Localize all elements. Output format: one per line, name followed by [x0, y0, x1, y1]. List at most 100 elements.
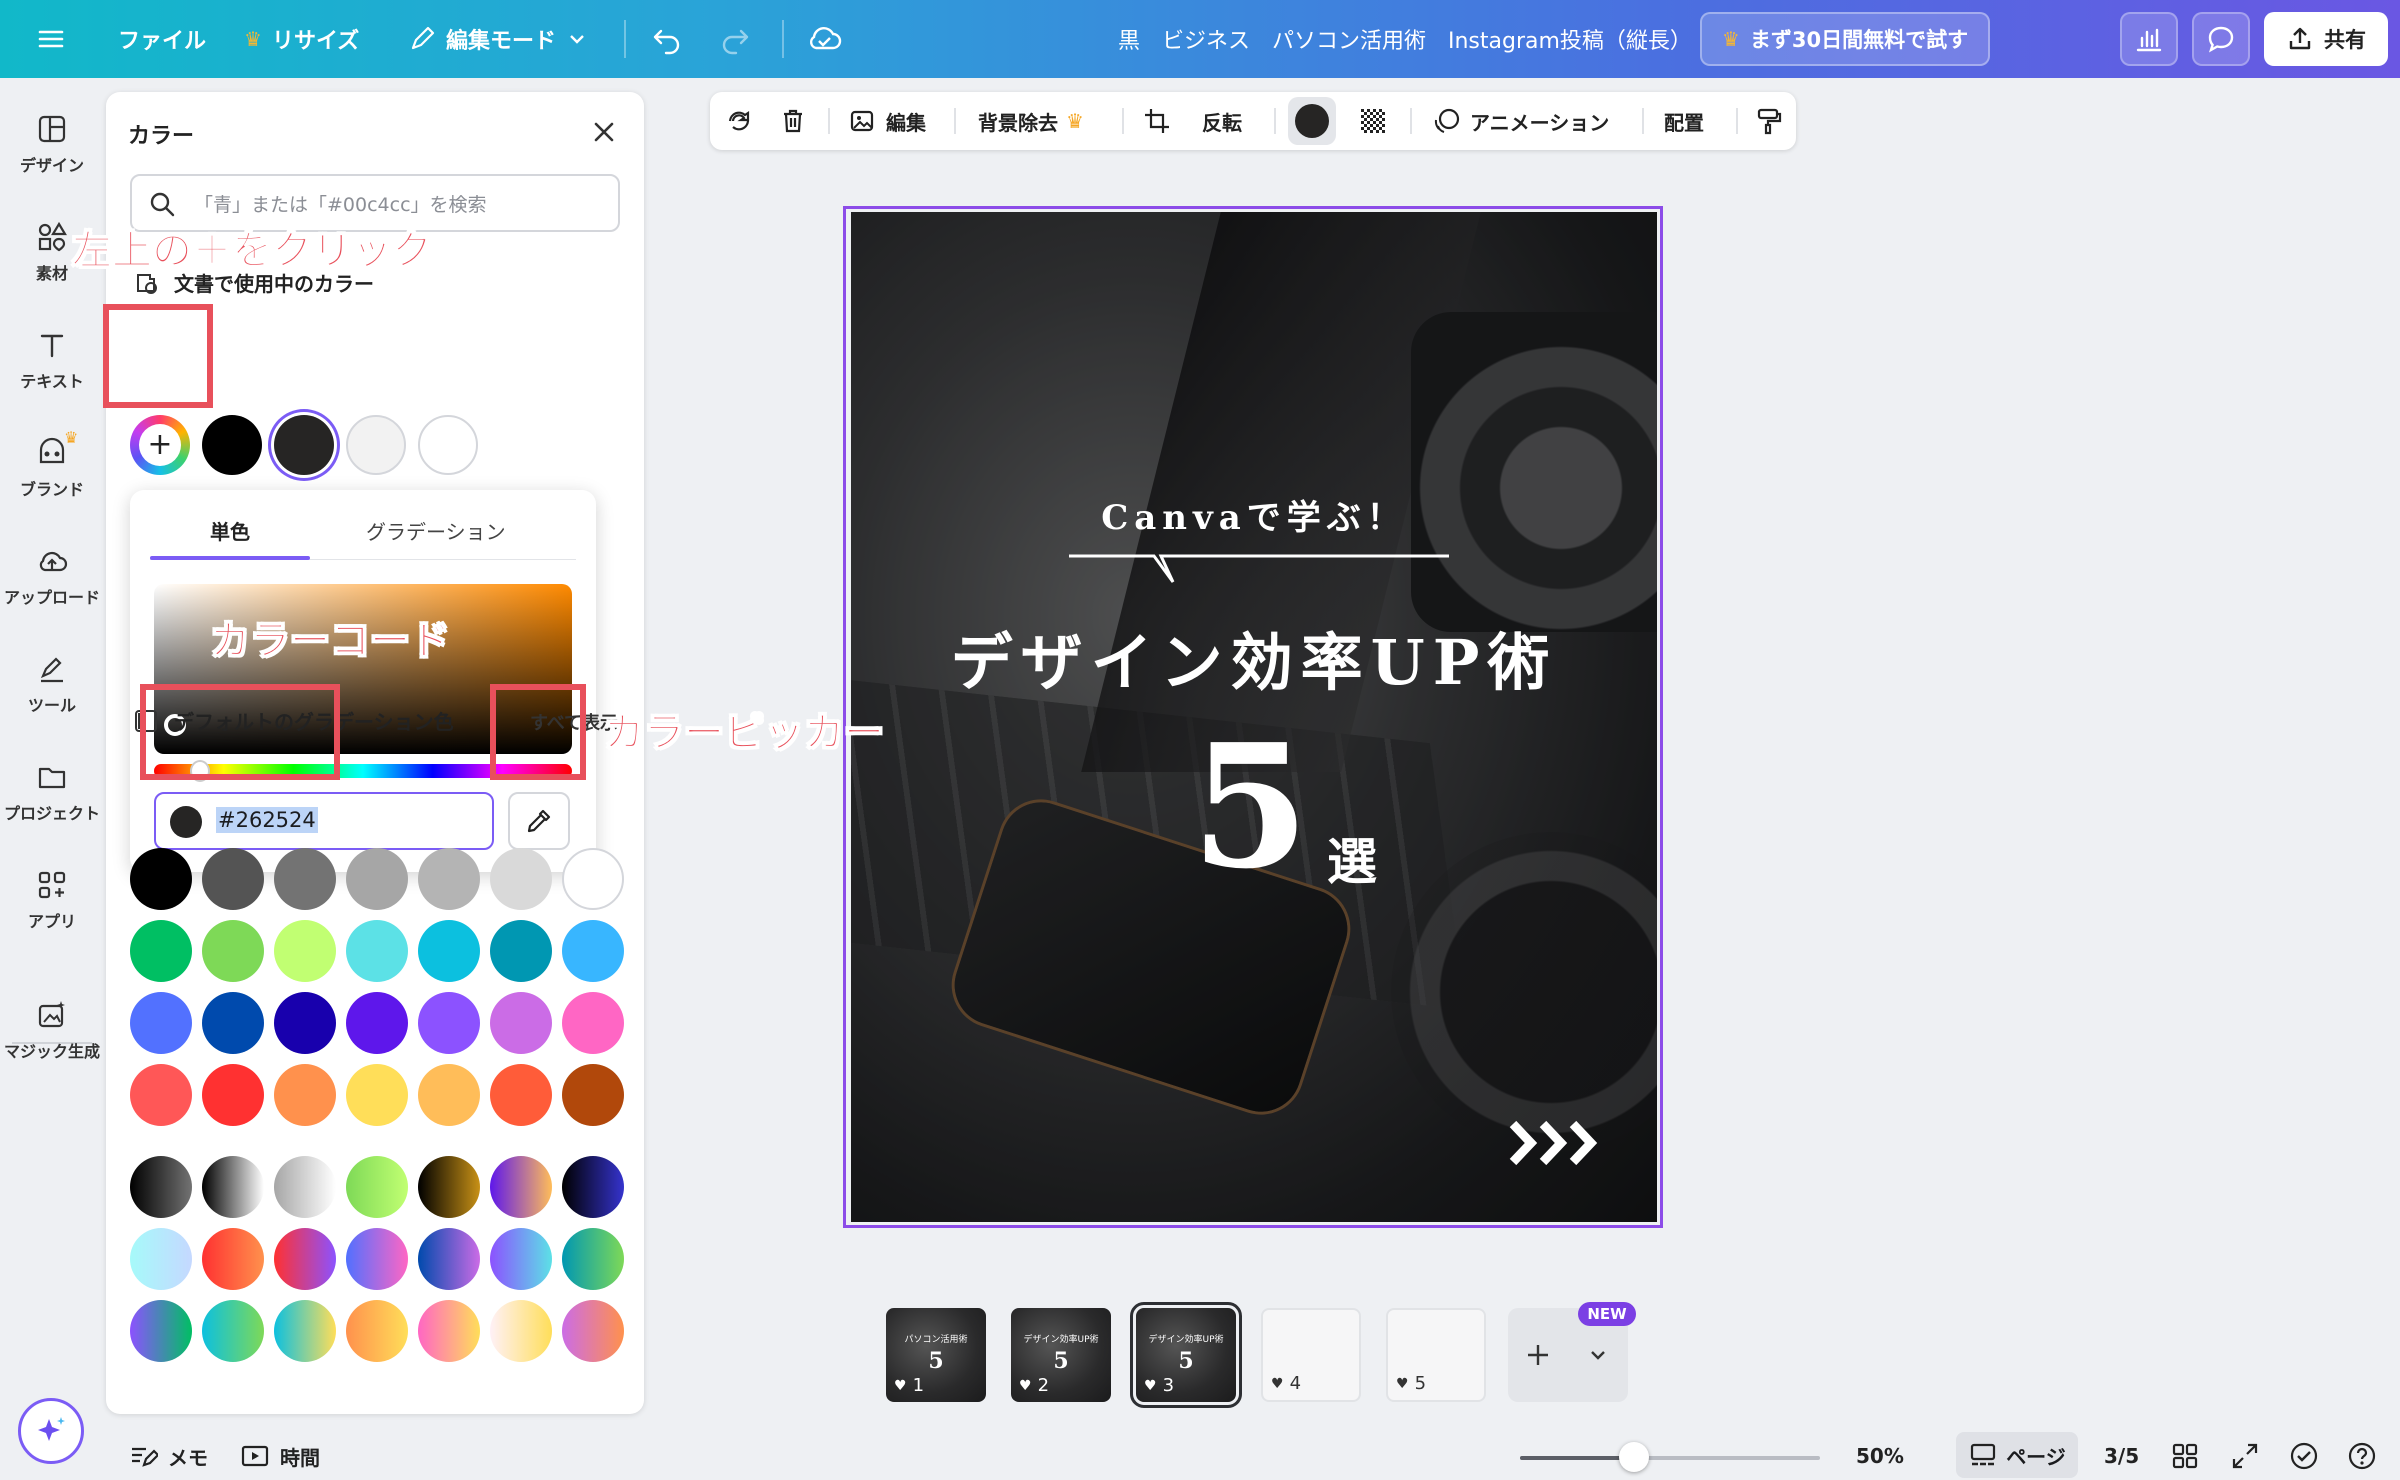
color-swatch[interactable]	[346, 920, 408, 982]
color-swatch[interactable]	[274, 848, 336, 910]
edit-mode-dropdown[interactable]: 編集モード	[408, 0, 588, 78]
comment-icon[interactable]	[2192, 12, 2250, 66]
zoom-percentage[interactable]: 50%	[1856, 1440, 1904, 1472]
gradient-swatch[interactable]	[130, 1300, 192, 1362]
page-thumbnail[interactable]: ♥ 5	[1386, 1308, 1486, 1402]
tab-solid[interactable]: 単色	[210, 516, 250, 545]
flip-button[interactable]: 反転	[1202, 92, 1242, 150]
gradient-swatch[interactable]	[202, 1156, 264, 1218]
gradient-swatch[interactable]	[346, 1300, 408, 1362]
gradient-swatch[interactable]	[490, 1228, 552, 1290]
menu-icon[interactable]	[36, 0, 66, 78]
color-swatch[interactable]	[274, 1064, 336, 1126]
position-button[interactable]: 配置	[1664, 92, 1704, 150]
color-swatch[interactable]	[346, 992, 408, 1054]
check-icon[interactable]	[2288, 1440, 2320, 1472]
hex-color-input[interactable]: #262524	[154, 792, 494, 850]
color-swatch[interactable]	[130, 848, 192, 910]
color-swatch[interactable]	[130, 920, 192, 982]
undo-icon[interactable]	[650, 0, 684, 78]
pages-view-button[interactable]: ページ	[1956, 1432, 2078, 1478]
page-thumbnail[interactable]: デザイン効率UP術 5 ♥ 3	[1130, 1302, 1242, 1408]
add-color-button[interactable]: +	[130, 415, 190, 475]
gradient-swatch[interactable]	[562, 1300, 624, 1362]
color-swatch[interactable]	[562, 992, 624, 1054]
gradient-swatch[interactable]	[562, 1228, 624, 1290]
add-page-button[interactable]	[1508, 1308, 1568, 1402]
color-swatch[interactable]	[130, 1064, 192, 1126]
rail-tools[interactable]: ツール	[0, 652, 104, 716]
color-swatch[interactable]	[202, 992, 264, 1054]
replace-icon[interactable]	[724, 92, 754, 150]
color-swatch[interactable]	[418, 920, 480, 982]
timer-button[interactable]: 時間	[240, 1440, 320, 1472]
next-arrows-icon[interactable]	[1509, 1118, 1605, 1168]
color-swatch[interactable]	[202, 848, 264, 910]
color-swatch[interactable]	[274, 992, 336, 1054]
close-icon[interactable]	[588, 116, 620, 148]
crop-icon[interactable]	[1142, 92, 1172, 150]
free-trial-button[interactable]: ♛ まず30日間無料で試す	[1700, 12, 1990, 66]
color-swatch-button[interactable]	[1288, 92, 1336, 150]
page-thumbnail[interactable]: ♥ 4	[1261, 1308, 1361, 1402]
document-title[interactable]: 黒 ビジネス パソコン活用術 Instagram投稿（縦長）	[1118, 0, 1692, 78]
insights-icon[interactable]	[2120, 12, 2178, 66]
speech-line-decoration[interactable]	[1069, 552, 1449, 592]
rail-apps[interactable]: アプリ	[0, 868, 104, 932]
redo-icon[interactable]	[718, 0, 752, 78]
trash-icon[interactable]	[778, 92, 808, 150]
color-swatch[interactable]	[202, 1064, 264, 1126]
gradient-swatch[interactable]	[274, 1156, 336, 1218]
color-swatch[interactable]	[562, 920, 624, 982]
canva-assistant-button[interactable]	[18, 1398, 84, 1464]
file-menu[interactable]: ファイル	[118, 0, 206, 78]
design-title[interactable]: デザイン効率UP術	[851, 612, 1657, 702]
edit-image-button[interactable]: 編集	[848, 92, 926, 150]
design-unit[interactable]: 選	[1327, 822, 1377, 894]
design-number[interactable]: 5	[1191, 722, 1309, 892]
color-swatch[interactable]	[418, 848, 480, 910]
design-page[interactable]: Canvaで学ぶ！ デザイン効率UP術 5 選	[851, 212, 1657, 1222]
gradient-swatch[interactable]	[418, 1156, 480, 1218]
gradient-swatch[interactable]	[490, 1156, 552, 1218]
design-subtitle[interactable]: Canvaで学ぶ！	[851, 490, 1657, 539]
grid-view-icon[interactable]	[2170, 1440, 2200, 1472]
rail-design[interactable]: デザイン	[0, 112, 104, 176]
color-swatch[interactable]	[562, 1064, 624, 1126]
tab-gradient[interactable]: グラデーション	[366, 516, 506, 545]
help-icon[interactable]	[2346, 1440, 2378, 1472]
rail-brand[interactable]: ♛ ブランド	[0, 428, 104, 500]
gradient-swatch[interactable]	[346, 1156, 408, 1218]
doc-color-swatch[interactable]	[418, 415, 478, 475]
rail-magic[interactable]: マジック生成	[0, 998, 104, 1062]
doc-color-swatch[interactable]	[274, 415, 334, 475]
share-button[interactable]: 共有	[2264, 12, 2388, 66]
color-swatch[interactable]	[490, 848, 552, 910]
notes-button[interactable]: メモ	[128, 1440, 208, 1472]
gradient-swatch[interactable]	[490, 1300, 552, 1362]
color-swatch[interactable]	[202, 920, 264, 982]
doc-color-swatch[interactable]	[346, 415, 406, 475]
resize-button[interactable]: ♛ リサイズ	[244, 0, 359, 78]
doc-color-swatch[interactable]	[202, 415, 262, 475]
paint-format-icon[interactable]	[1754, 92, 1784, 150]
cloud-saved-icon[interactable]	[806, 0, 842, 78]
color-swatch[interactable]	[274, 920, 336, 982]
color-swatch[interactable]	[130, 992, 192, 1054]
gradient-swatch[interactable]	[130, 1156, 192, 1218]
gradient-swatch[interactable]	[418, 1300, 480, 1362]
color-swatch[interactable]	[346, 848, 408, 910]
gradient-swatch[interactable]	[562, 1156, 624, 1218]
color-swatch[interactable]	[490, 992, 552, 1054]
color-swatch[interactable]	[346, 1064, 408, 1126]
page-thumbnail[interactable]: パソコン活用術 5 ♥ 1	[886, 1308, 986, 1402]
color-swatch[interactable]	[418, 992, 480, 1054]
gradient-swatch[interactable]	[130, 1228, 192, 1290]
gradient-swatch[interactable]	[418, 1228, 480, 1290]
color-swatch[interactable]	[418, 1064, 480, 1126]
color-swatch[interactable]	[490, 1064, 552, 1126]
fullscreen-icon[interactable]	[2230, 1440, 2260, 1472]
gradient-swatch[interactable]	[274, 1228, 336, 1290]
bg-remove-button[interactable]: 背景除去 ♛	[978, 92, 1084, 150]
rail-projects[interactable]: プロジェクト	[0, 760, 104, 824]
